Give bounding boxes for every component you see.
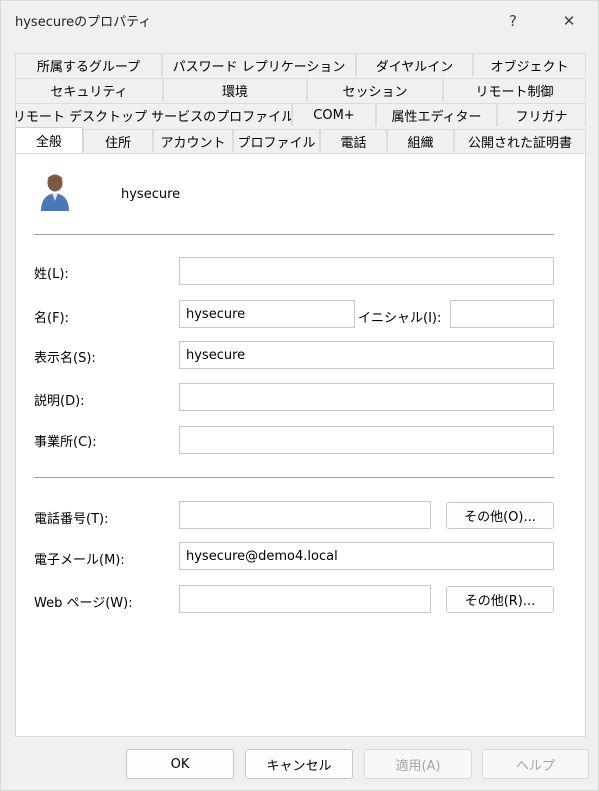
phone-other-button[interactable]: その他(O)... bbox=[446, 502, 554, 529]
email-field[interactable] bbox=[179, 542, 554, 570]
phone-label: 電話番号(T): bbox=[34, 512, 109, 527]
email-label: 電子メール(M): bbox=[34, 553, 125, 568]
tab-furigana[interactable]: フリガナ bbox=[497, 103, 586, 126]
description-field[interactable] bbox=[179, 383, 554, 411]
tab-sessions[interactable]: セッション bbox=[307, 78, 443, 101]
tab-environment[interactable]: 環境 bbox=[163, 78, 307, 101]
initials-label: イニシャル(I): bbox=[358, 311, 442, 326]
tab-rds-profile[interactable]: リモート デスクトップ サービスのプロファイル bbox=[15, 103, 292, 126]
tab-profile[interactable]: プロファイル bbox=[233, 129, 320, 152]
office-field[interactable] bbox=[179, 426, 554, 454]
web-page-label: Web ページ(W): bbox=[34, 596, 133, 611]
tab-telephones[interactable]: 電話 bbox=[320, 129, 387, 152]
display-name-field[interactable] bbox=[179, 341, 554, 369]
tab-address[interactable]: 住所 bbox=[83, 129, 153, 152]
phone-field[interactable] bbox=[179, 501, 431, 529]
tab-security[interactable]: セキュリティ bbox=[15, 78, 163, 101]
window-title: hysecureのプロパティ bbox=[15, 15, 152, 30]
close-icon[interactable]: ✕ bbox=[547, 5, 591, 37]
last-name-field[interactable] bbox=[179, 257, 554, 285]
user-icon bbox=[38, 171, 72, 211]
initials-field[interactable] bbox=[450, 300, 554, 328]
help-icon[interactable]: ? bbox=[491, 5, 535, 37]
description-label: 説明(D): bbox=[34, 394, 85, 409]
account-name: hysecure bbox=[121, 187, 181, 202]
cancel-button[interactable]: キャンセル bbox=[245, 749, 353, 779]
first-name-label: 名(F): bbox=[34, 311, 70, 326]
last-name-label: 姓(L): bbox=[34, 267, 69, 282]
tab-account[interactable]: アカウント bbox=[153, 129, 233, 152]
tab-com-plus[interactable]: COM+ bbox=[292, 103, 376, 126]
tab-object[interactable]: オブジェクト bbox=[473, 53, 586, 76]
tab-general[interactable]: 全般 bbox=[15, 127, 83, 153]
office-label: 事業所(C): bbox=[34, 435, 97, 450]
divider bbox=[34, 477, 554, 478]
tab-dial-in[interactable]: ダイヤルイン bbox=[356, 53, 473, 76]
display-name-label: 表示名(S): bbox=[34, 351, 96, 366]
apply-button[interactable]: 適用(A) bbox=[364, 749, 472, 779]
ok-button[interactable]: OK bbox=[126, 749, 234, 779]
help-button[interactable]: ヘルプ bbox=[482, 749, 589, 779]
tab-published-certificates[interactable]: 公開された証明書 bbox=[454, 129, 586, 152]
general-tab-panel: hysecure 姓(L): 名(F): イニシャル(I): 表示名(S): 説… bbox=[15, 153, 586, 737]
tab-organization[interactable]: 組織 bbox=[387, 129, 454, 152]
first-name-field[interactable] bbox=[179, 300, 355, 328]
divider bbox=[34, 234, 554, 235]
web-page-other-button[interactable]: その他(R)... bbox=[446, 586, 554, 613]
web-page-field[interactable] bbox=[179, 585, 431, 613]
properties-dialog: hysecureのプロパティ ? ✕ 所属するグループ パスワード レプリケーシ… bbox=[0, 0, 599, 791]
tab-member-of[interactable]: 所属するグループ bbox=[15, 53, 162, 76]
tab-password-replication[interactable]: パスワード レプリケーション bbox=[162, 53, 356, 76]
title-bar: hysecureのプロパティ ? ✕ bbox=[1, 1, 598, 41]
tab-attribute-editor[interactable]: 属性エディター bbox=[376, 103, 497, 126]
tab-remote-control[interactable]: リモート制御 bbox=[443, 78, 586, 101]
